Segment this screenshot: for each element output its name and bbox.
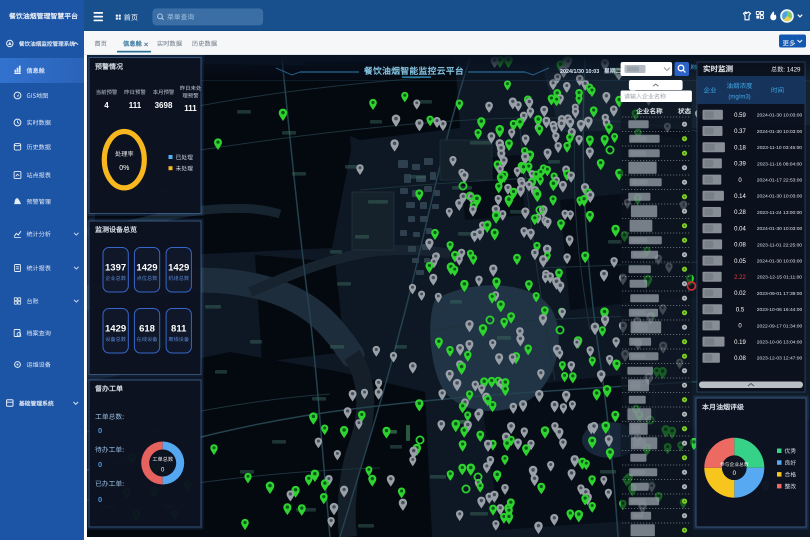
svg-text:2024-01-17 22:53:00: 2024-01-17 22:53:00 — [757, 178, 803, 184]
svg-text:2023-09-01 17:39:00: 2023-09-01 17:39:00 — [757, 291, 803, 297]
svg-text:1429: 1429 — [168, 263, 189, 274]
svg-text:1429: 1429 — [136, 263, 157, 274]
svg-text:0.5: 0.5 — [736, 307, 745, 313]
svg-text:2023-12-03 12:47:00: 2023-12-03 12:47:00 — [757, 356, 803, 362]
svg-text:2023-11-24 13:00:00: 2023-11-24 13:00:00 — [757, 210, 802, 216]
svg-text:0.14: 0.14 — [734, 194, 746, 200]
svg-text:2024-01-30 10:03:00: 2024-01-30 10:03:00 — [757, 259, 803, 265]
svg-text:2023-10-06 13:04:00: 2023-10-06 13:04:00 — [757, 340, 803, 346]
svg-text:2023-10-06 16:44:00: 2023-10-06 16:44:00 — [757, 307, 803, 313]
svg-text:2022-09-17 01:34:00: 2022-09-17 01:34:00 — [757, 323, 803, 329]
svg-text:2023-11-01 22:25:00: 2023-11-01 22:25:00 — [757, 242, 802, 248]
svg-text:0.08: 0.08 — [734, 243, 746, 249]
svg-text:0%: 0% — [119, 165, 129, 172]
svg-text:0.02: 0.02 — [734, 291, 746, 297]
svg-text:0.37: 0.37 — [734, 129, 746, 135]
svg-text:1429: 1429 — [105, 324, 126, 335]
svg-text:2024-01-30 10:03:00: 2024-01-30 10:03:00 — [757, 129, 803, 135]
svg-text:2023-11-16 08:04:00: 2023-11-16 08:04:00 — [757, 161, 802, 167]
svg-text:111: 111 — [129, 101, 142, 110]
svg-text:0: 0 — [98, 426, 102, 435]
svg-text:0: 0 — [98, 495, 102, 504]
svg-text:(mg/m3): (mg/m3) — [728, 95, 750, 101]
svg-text:1397: 1397 — [105, 263, 126, 274]
svg-text:111: 111 — [184, 104, 197, 113]
svg-text:4: 4 — [104, 101, 109, 110]
svg-text:0.28: 0.28 — [734, 210, 746, 216]
svg-text:811: 811 — [171, 324, 187, 335]
svg-text:2.22: 2.22 — [734, 275, 746, 281]
svg-text:0.04: 0.04 — [734, 226, 746, 232]
svg-text:0.59: 0.59 — [734, 113, 746, 119]
svg-text:2023-12-15 01:11:00: 2023-12-15 01:11:00 — [757, 275, 802, 281]
svg-text:0: 0 — [98, 460, 102, 469]
svg-text:3698: 3698 — [155, 101, 173, 110]
svg-text:0.19: 0.19 — [734, 340, 746, 346]
svg-text:0.05: 0.05 — [734, 259, 746, 265]
svg-text:2024-01-30 10:03:00: 2024-01-30 10:03:00 — [757, 194, 803, 200]
svg-text:2024/1/30 10:03: 2024/1/30 10:03 — [560, 69, 599, 75]
svg-text:2024-01-30 10:03:00: 2024-01-30 10:03:00 — [757, 226, 803, 232]
svg-text:618: 618 — [139, 324, 155, 335]
svg-text:: 1429: : 1429 — [783, 67, 801, 74]
svg-text:2023-11-10 03:45:00: 2023-11-10 03:45:00 — [757, 145, 802, 151]
svg-text:0.39: 0.39 — [734, 162, 746, 168]
svg-text:2024-01-30 10:03:00: 2024-01-30 10:03:00 — [757, 113, 803, 119]
svg-text:0.08: 0.08 — [734, 356, 746, 362]
svg-text:0.18: 0.18 — [734, 145, 746, 151]
